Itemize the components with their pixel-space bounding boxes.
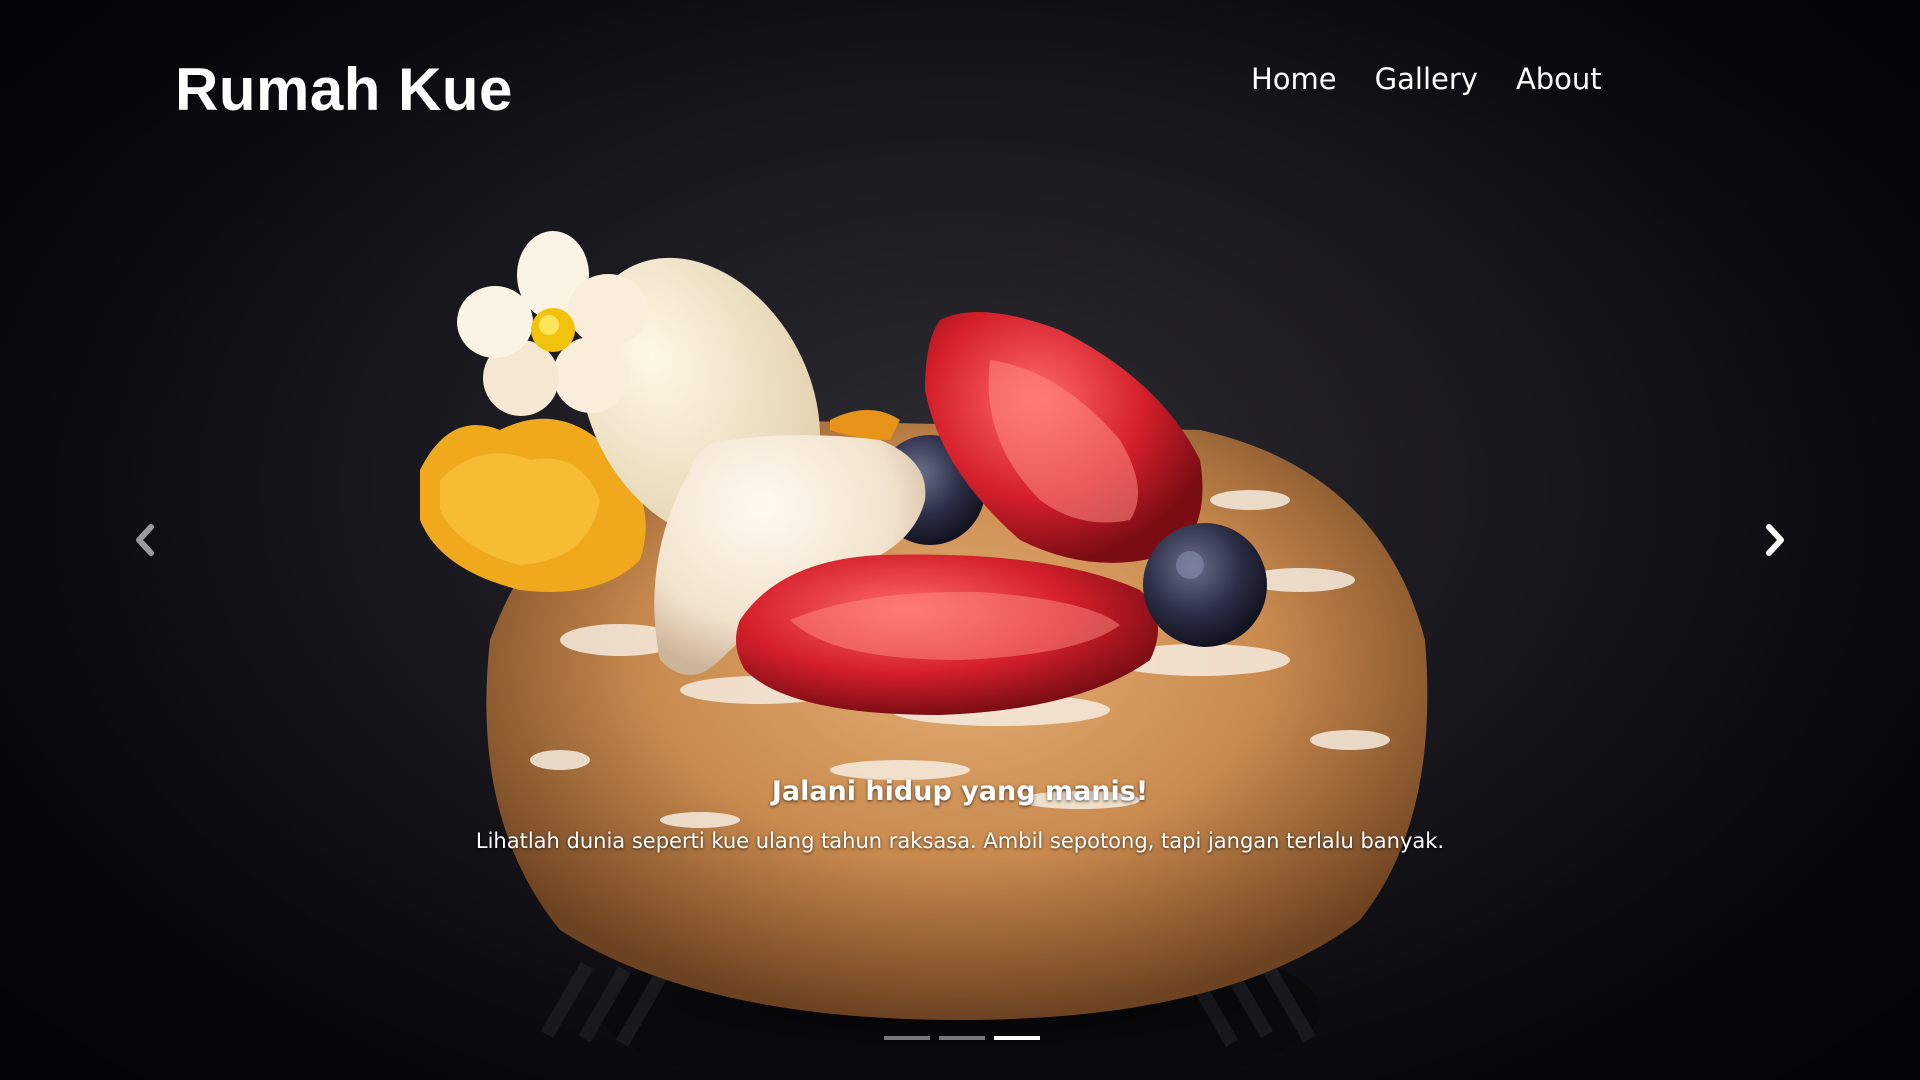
nav-item-gallery[interactable]: Gallery bbox=[1375, 62, 1478, 96]
slide-caption: Jalani hidup yang manis! Lihatlah dunia … bbox=[0, 776, 1920, 853]
main-nav: Home Gallery About bbox=[1251, 62, 1602, 96]
carousel-next-button[interactable] bbox=[1756, 520, 1796, 560]
chevron-right-icon bbox=[1766, 524, 1784, 556]
carousel-indicator-1[interactable] bbox=[884, 1036, 930, 1040]
caption-title: Jalani hidup yang manis! bbox=[771, 776, 1149, 807]
carousel-prev-button[interactable] bbox=[124, 520, 164, 560]
carousel-indicators bbox=[884, 1036, 1040, 1040]
carousel-indicator-3[interactable] bbox=[994, 1036, 1040, 1040]
cake-slide-image bbox=[420, 231, 1428, 1080]
caption-text: Lihatlah dunia seperti kue ulang tahun r… bbox=[475, 829, 1445, 853]
carousel-indicator-2[interactable] bbox=[939, 1036, 985, 1040]
chevron-left-icon bbox=[136, 524, 154, 556]
nav-item-about[interactable]: About bbox=[1516, 62, 1602, 96]
hero-carousel: Rumah Kue Home Gallery About Jalani hidu… bbox=[0, 0, 1920, 1080]
brand-logo[interactable]: Rumah Kue bbox=[175, 55, 513, 124]
nav-item-home[interactable]: Home bbox=[1251, 62, 1337, 96]
